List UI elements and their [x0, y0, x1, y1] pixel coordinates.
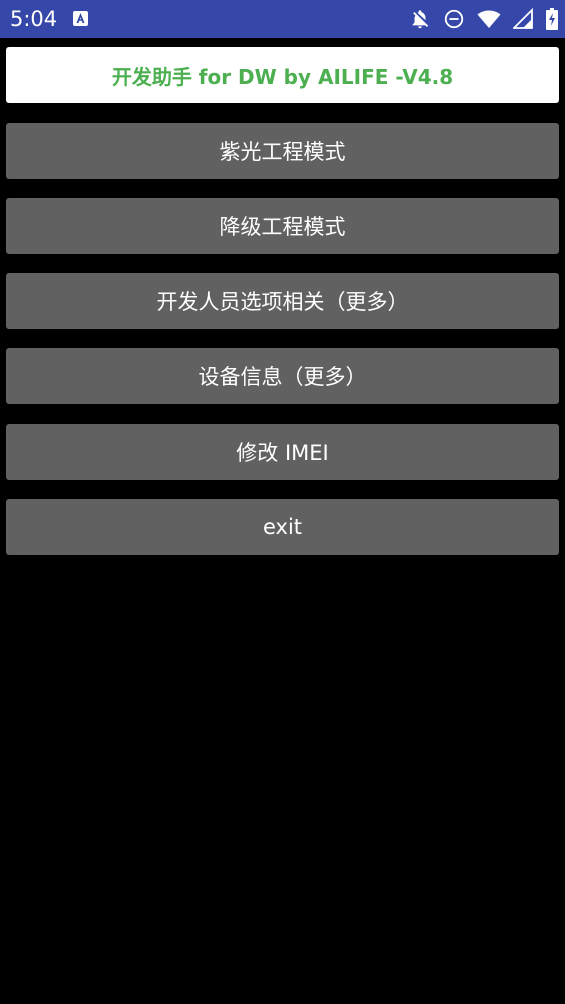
- battery-charging-icon: [545, 8, 559, 30]
- exit-button[interactable]: exit: [6, 499, 559, 555]
- modify-imei-button[interactable]: 修改 IMEI: [6, 424, 559, 480]
- app-title: 开发助手 for DW by AILIFE -V4.8: [6, 47, 559, 103]
- developer-options-button[interactable]: 开发人员选项相关（更多）: [6, 273, 559, 329]
- do-not-disturb-icon: [443, 8, 465, 30]
- wifi-icon: [477, 8, 501, 30]
- notifications-off-icon: [409, 8, 431, 30]
- status-time: 5:04: [10, 7, 58, 31]
- downgrade-engineering-mode-button[interactable]: 降级工程模式: [6, 198, 559, 254]
- device-info-button[interactable]: 设备信息（更多）: [6, 348, 559, 404]
- app-notification-icon: [73, 11, 88, 26]
- cellular-signal-icon: [513, 8, 533, 30]
- status-bar: 5:04: [0, 0, 565, 38]
- status-icons: [409, 7, 559, 31]
- ziguang-engineering-mode-button[interactable]: 紫光工程模式: [6, 123, 559, 179]
